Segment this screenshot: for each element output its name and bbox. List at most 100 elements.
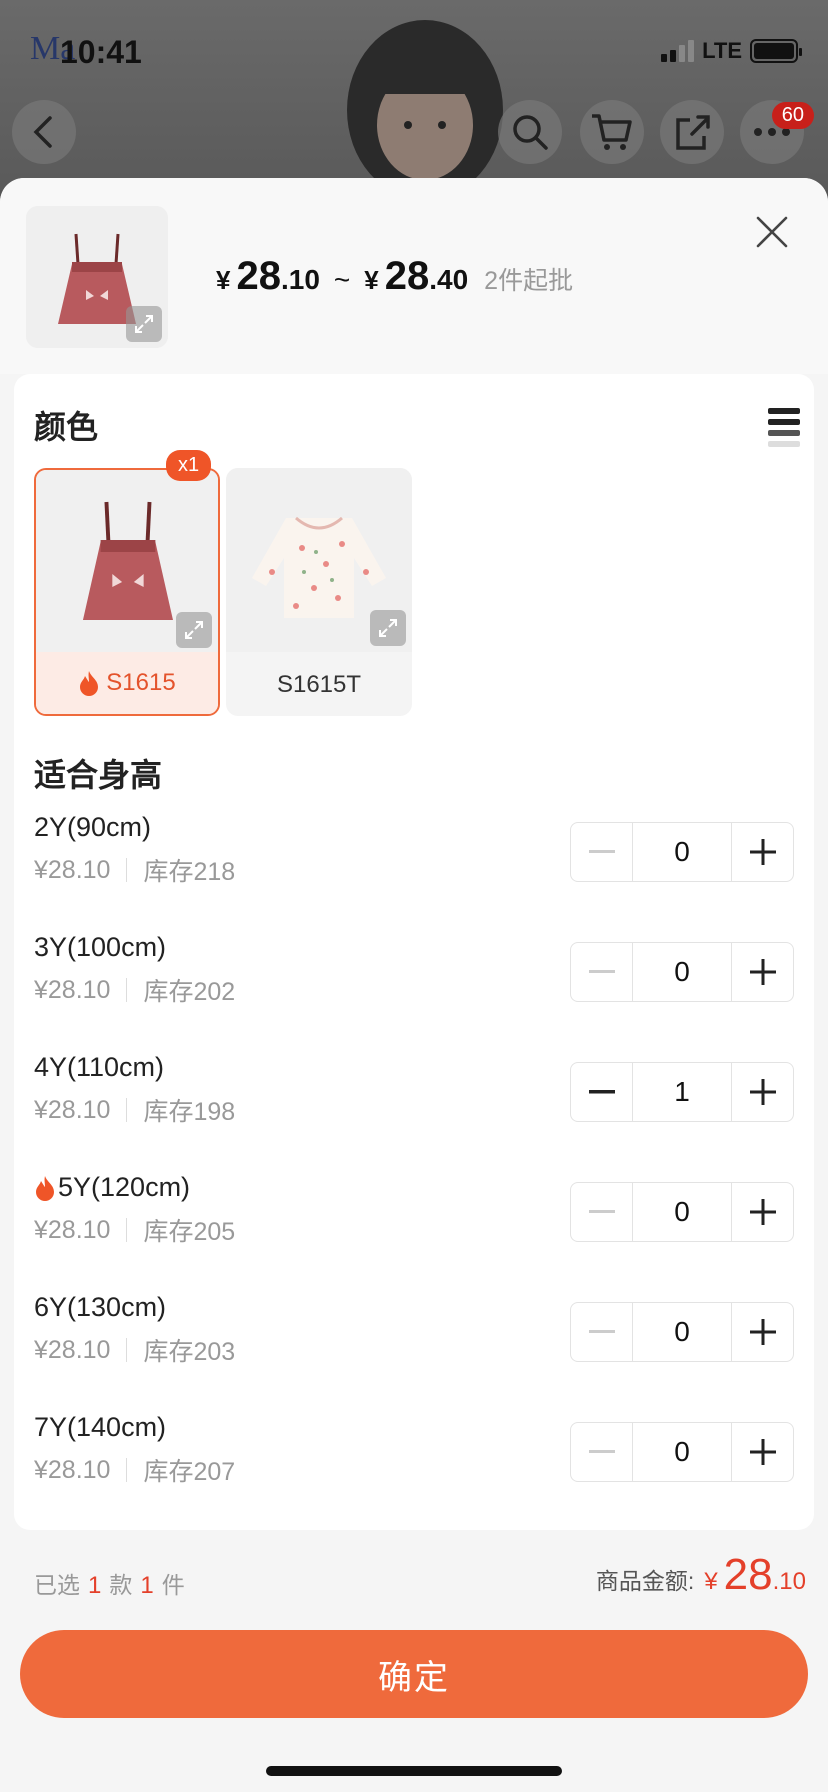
size-meta: ¥28.10 库存205 [34,1215,236,1247]
plus-icon [749,839,776,865]
size-row: 3Y(100cm) ¥28.10 库存202 0 [34,932,794,1042]
quantity-stepper: 0 [570,942,794,1002]
plus-icon [749,1439,776,1465]
currency-symbol: ¥ [364,265,379,295]
min-order-label: 2件起批 [484,267,574,295]
quantity-stepper: 0 [570,1422,794,1482]
selected-count-badge: x1 [166,450,212,481]
fire-icon [80,671,99,696]
signal-icon [661,40,695,62]
quantity-stepper: 0 [570,822,794,882]
size-section-title: 适合身高 [34,757,163,793]
search-button[interactable] [498,100,562,164]
minus-icon [588,970,615,973]
status-time: 10:41 [60,34,142,70]
decrease-button[interactable] [571,823,632,881]
product-thumbnail[interactable] [26,206,168,348]
status-bar: Ma 10:41 LTE [0,0,828,100]
price-range: ¥ 28 .10 ~ ¥ 28 .40 2件起批 [216,254,573,299]
increase-button[interactable] [732,1303,793,1361]
increase-button[interactable] [732,943,793,1001]
size-meta: ¥28.10 库存202 [34,975,236,1007]
price-high-integer: 28 [384,254,430,298]
size-row: 2Y(90cm) ¥28.10 库存218 0 [34,812,794,922]
plus-icon [749,959,776,985]
size-name: 2Y(90cm) [34,812,152,842]
network-label: LTE [702,38,742,63]
quantity-value[interactable]: 1 [632,1063,732,1121]
quantity-value[interactable]: 0 [632,1303,732,1361]
status-indicators: LTE [661,38,802,64]
total-amount: 商品金额: ¥ 28 .10 [596,1550,806,1600]
home-indicator [266,1766,562,1776]
color-option-label: S1615 [36,652,218,714]
total-decimal: .10 [772,1568,806,1595]
expand-icon[interactable] [176,612,212,648]
minus-icon [588,1210,615,1213]
total-currency: ¥ [704,1568,718,1595]
price-low-integer: 28 [236,254,281,298]
expand-icon[interactable] [370,610,406,646]
minus-icon [588,1330,615,1333]
size-name: 5Y(120cm) [34,1172,190,1203]
decrease-button[interactable] [571,943,632,1001]
price-separator: ~ [333,264,351,295]
fire-icon [36,1175,54,1201]
color-option-s1615[interactable]: S1615 [34,468,220,716]
plus-icon [749,1079,776,1105]
size-row: 4Y(110cm) ¥28.10 库存198 1 [34,1052,794,1162]
sheet-header: ¥ 28 .10 ~ ¥ 28 .40 2件起批 [0,178,828,374]
decrease-button[interactable] [571,1063,632,1121]
size-row: 5Y(120cm) ¥28.10 库存205 0 [34,1172,794,1282]
total-integer: 28 [723,1550,773,1599]
cart-button[interactable] [580,100,644,164]
quantity-value[interactable]: 0 [632,1423,732,1481]
minus-icon [588,850,615,853]
quantity-value[interactable]: 0 [632,823,732,881]
size-name: 6Y(130cm) [34,1292,167,1322]
expand-icon[interactable] [126,306,162,342]
plus-icon [749,1319,776,1345]
options-card: 颜色 S1615 x1 S1615T 适合身高 2Y(90cm) ¥28.10 … [14,374,814,1530]
quantity-value[interactable]: 0 [632,943,732,1001]
quantity-value[interactable]: 0 [632,1183,732,1241]
price-low-decimal: .10 [280,264,320,295]
total-label: 商品金额: [595,1568,695,1594]
list-view-icon[interactable] [768,408,800,447]
sku-sheet: ¥ 28 .10 ~ ¥ 28 .40 2件起批 颜色 S1615 x1 S16… [0,178,828,1792]
price-high-decimal: .40 [429,264,469,295]
size-name: 7Y(140cm) [34,1412,167,1442]
color-option-label: S1615T [276,671,362,698]
share-icon [676,115,710,150]
increase-button[interactable] [732,1063,793,1121]
search-icon [513,115,548,150]
close-icon[interactable] [754,214,790,250]
size-meta: ¥28.10 库存198 [34,1095,236,1127]
decrease-button[interactable] [571,1423,632,1481]
confirm-button[interactable]: 确定 [20,1630,808,1718]
increase-button[interactable] [732,1183,793,1241]
color-option-s1615t[interactable]: S1615T [226,468,412,716]
cart-count-badge: 60 [771,102,814,129]
decrease-button[interactable] [571,1303,632,1361]
share-button[interactable] [660,100,724,164]
battery-icon [750,39,802,63]
minus-icon [588,1090,615,1094]
chevron-left-icon [33,116,52,148]
size-row: 6Y(130cm) ¥28.10 库存203 0 [34,1292,794,1402]
size-row: 7Y(140cm) ¥28.10 库存207 0 [34,1412,794,1522]
minus-icon [588,1450,615,1453]
quantity-stepper: 0 [570,1302,794,1362]
plus-icon [749,1199,776,1225]
back-button[interactable] [12,100,76,164]
size-meta: ¥28.10 库存207 [34,1455,236,1487]
decrease-button[interactable] [571,1183,632,1241]
size-meta: ¥28.10 库存203 [34,1335,236,1367]
size-name: 4Y(110cm) [34,1052,165,1082]
size-name: 3Y(100cm) [34,932,167,962]
color-section-title: 颜色 [34,409,99,445]
increase-button[interactable] [732,1423,793,1481]
quantity-stepper: 1 [570,1062,794,1122]
increase-button[interactable] [732,823,793,881]
quantity-stepper: 0 [570,1182,794,1242]
